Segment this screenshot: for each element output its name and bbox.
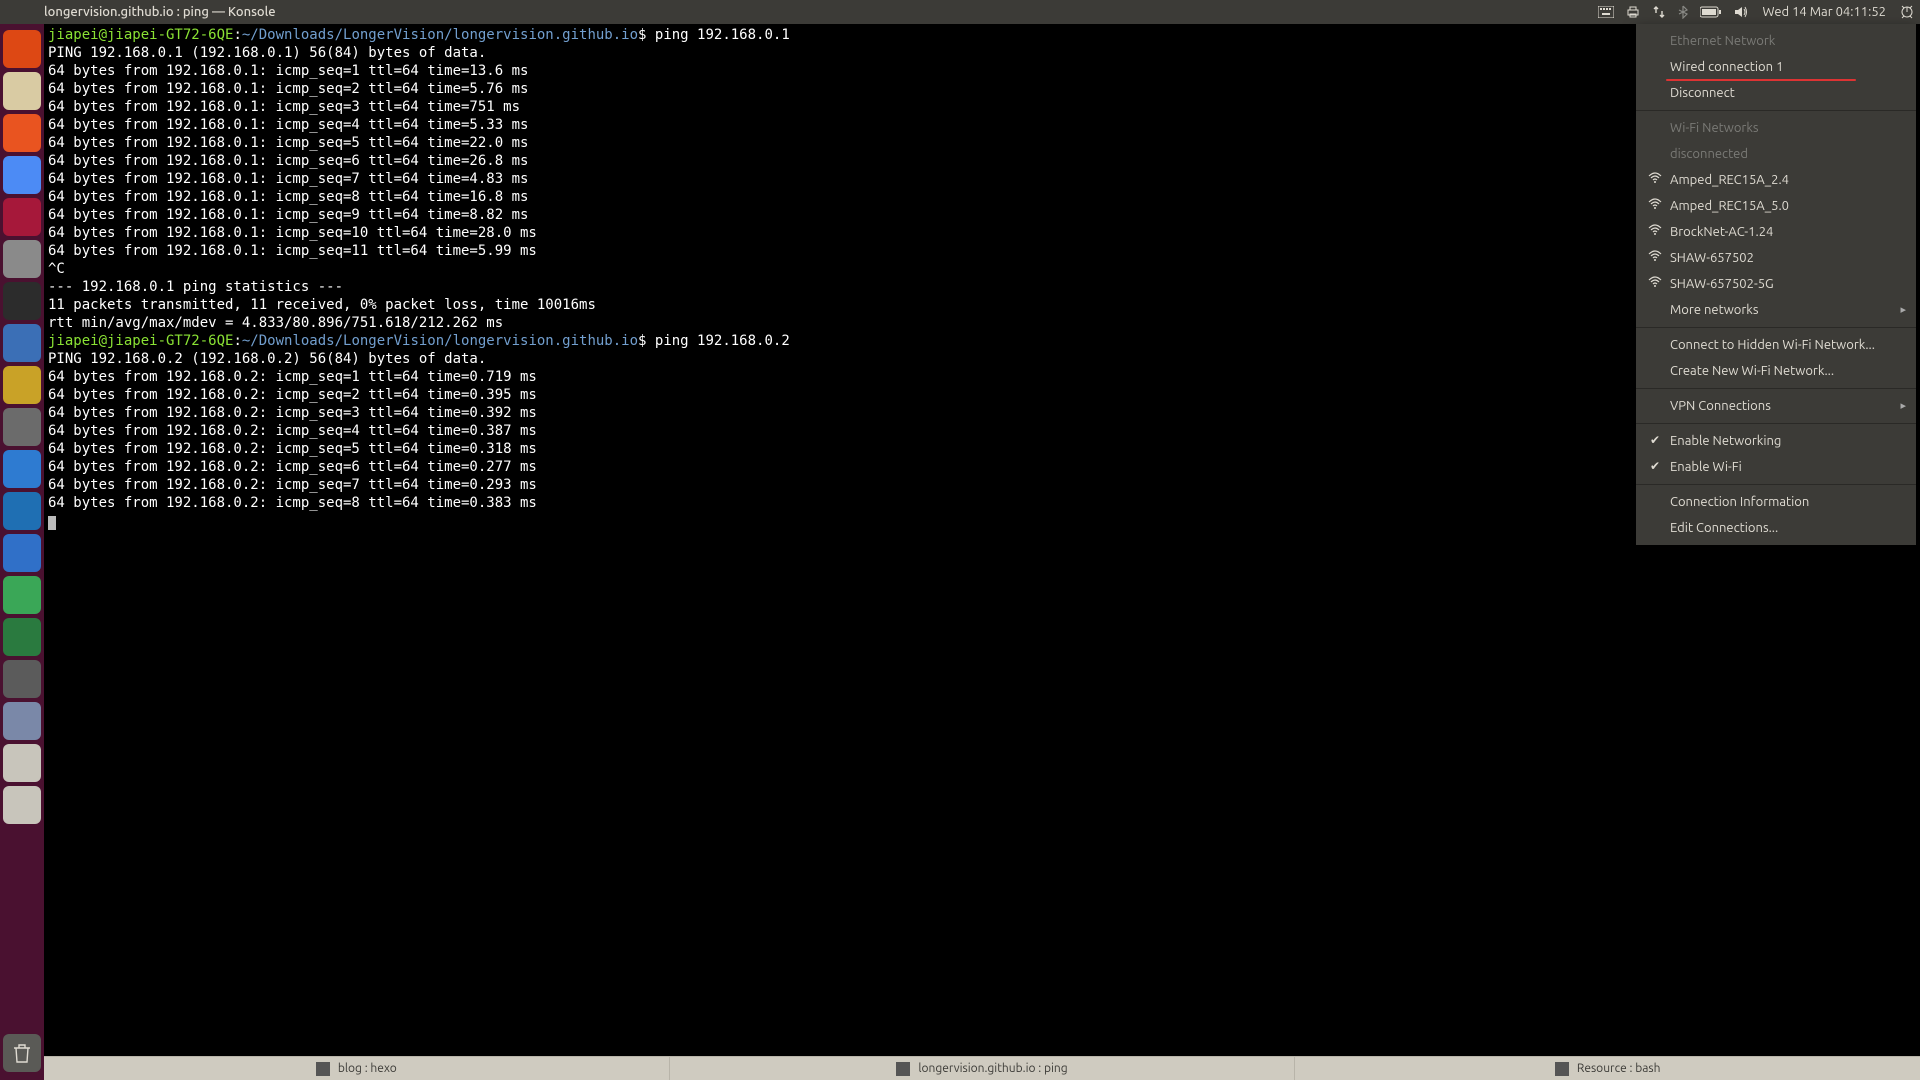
launcher-app-yellow[interactable] (3, 366, 41, 404)
window-title: longervision.github.io : ping — Konsole (0, 5, 276, 19)
terminal-icon (1555, 1062, 1569, 1076)
launcher-code[interactable] (3, 492, 41, 530)
create-new-wifi-item[interactable]: Create New Wi-Fi Network... (1636, 358, 1916, 384)
wifi-network-label: Amped_REC15A_5.0 (1670, 199, 1789, 213)
launcher-app-red[interactable] (3, 198, 41, 236)
wifi-icon (1648, 197, 1662, 215)
wifi-network-item[interactable]: Amped_REC15A_5.0 (1636, 193, 1916, 219)
chevron-right-icon: ▸ (1900, 397, 1906, 415)
unity-launcher (0, 24, 44, 1080)
sound-indicator[interactable] (1728, 0, 1754, 24)
launcher-software[interactable] (3, 114, 41, 152)
taskbar-task[interactable]: blog : hexo (44, 1057, 670, 1080)
wifi-icon (1648, 275, 1662, 293)
disconnect-item[interactable]: Disconnect (1636, 80, 1916, 106)
network-indicator[interactable] (1646, 0, 1672, 24)
launcher-app-green2[interactable] (3, 618, 41, 656)
wifi-network-item[interactable]: BrockNet-AC-1.24 (1636, 219, 1916, 245)
wifi-network-label: Amped_REC15A_2.4 (1670, 173, 1789, 187)
wifi-icon (1648, 249, 1662, 267)
wifi-network-item[interactable]: SHAW-657502-5G (1636, 271, 1916, 297)
battery-indicator[interactable] (1694, 0, 1728, 24)
connect-hidden-item[interactable]: Connect to Hidden Wi-Fi Network... (1636, 332, 1916, 358)
wifi-header: Wi-Fi Networks (1636, 115, 1916, 141)
launcher-shield[interactable] (3, 534, 41, 572)
vpn-label: VPN Connections (1670, 399, 1771, 413)
keyboard-indicator[interactable] (1592, 0, 1620, 24)
more-networks-label: More networks (1670, 303, 1759, 317)
wifi-network-item[interactable]: Amped_REC15A_2.4 (1636, 167, 1916, 193)
menu-separator (1636, 110, 1916, 111)
taskbar-task[interactable]: longervision.github.io : ping (670, 1057, 1296, 1080)
enable-wifi-item[interactable]: ✔ Enable Wi-Fi (1636, 454, 1916, 480)
bluetooth-indicator[interactable] (1672, 0, 1694, 24)
terminal-icon (316, 1062, 330, 1076)
wired-connection-item[interactable]: Wired connection 1 (1636, 54, 1916, 80)
launcher-settings[interactable] (3, 408, 41, 446)
launcher-app-img[interactable] (3, 702, 41, 740)
enable-networking-label: Enable Networking (1670, 434, 1781, 448)
task-label: Resource : bash (1577, 1062, 1661, 1075)
more-networks-item[interactable]: More networks ▸ (1636, 297, 1916, 323)
vpn-connections-item[interactable]: VPN Connections ▸ (1636, 393, 1916, 419)
check-icon: ✔ (1650, 458, 1660, 476)
edit-connections-item[interactable]: Edit Connections... (1636, 515, 1916, 541)
launcher-trash[interactable] (3, 1034, 41, 1072)
chevron-right-icon: ▸ (1900, 301, 1906, 319)
check-icon: ✔ (1650, 432, 1660, 450)
enable-networking-item[interactable]: ✔ Enable Networking (1636, 428, 1916, 454)
ethernet-header: Ethernet Network (1636, 28, 1916, 54)
terminal-cursor (48, 516, 56, 530)
menu-separator (1636, 327, 1916, 328)
menu-separator (1636, 388, 1916, 389)
taskbar-task[interactable]: Resource : bash (1295, 1057, 1920, 1080)
enable-wifi-label: Enable Wi-Fi (1670, 460, 1742, 474)
wifi-icon (1648, 223, 1662, 241)
wifi-icon (1648, 171, 1662, 189)
launcher-terminal[interactable] (3, 282, 41, 320)
launcher-jetbrains[interactable] (3, 324, 41, 362)
top-panel: longervision.github.io : ping — Konsole … (0, 0, 1920, 24)
launcher-dash[interactable] (3, 30, 41, 68)
connection-info-item[interactable]: Connection Information (1636, 489, 1916, 515)
launcher-chromium[interactable] (3, 156, 41, 194)
terminal-icon (896, 1062, 910, 1076)
wifi-network-item[interactable]: SHAW-657502 (1636, 245, 1916, 271)
network-menu: Ethernet Network Wired connection 1 Disc… (1636, 24, 1916, 545)
wired-connection-label: Wired connection 1 (1670, 60, 1783, 74)
launcher-disk2[interactable] (3, 786, 41, 824)
bottom-taskbar: blog : hexo longervision.github.io : ping… (44, 1056, 1920, 1080)
launcher-files[interactable] (3, 72, 41, 110)
launcher-app-green1[interactable] (3, 576, 41, 614)
task-label: blog : hexo (338, 1062, 397, 1075)
launcher-app-ball[interactable] (3, 450, 41, 488)
launcher-app-squares[interactable] (3, 660, 41, 698)
task-label: longervision.github.io : ping (918, 1062, 1067, 1075)
launcher-disk1[interactable] (3, 744, 41, 782)
wifi-network-label: SHAW-657502-5G (1670, 277, 1774, 291)
clock[interactable]: Wed 14 Mar 04:11:52 (1754, 5, 1894, 19)
wifi-network-label: BrockNet-AC-1.24 (1670, 225, 1773, 239)
wifi-status: disconnected (1636, 141, 1916, 167)
menu-separator (1636, 484, 1916, 485)
wifi-network-label: SHAW-657502 (1670, 251, 1754, 265)
printer-indicator[interactable] (1620, 0, 1646, 24)
launcher-app-grey[interactable] (3, 240, 41, 278)
menu-separator (1636, 423, 1916, 424)
session-indicator[interactable] (1894, 0, 1920, 24)
